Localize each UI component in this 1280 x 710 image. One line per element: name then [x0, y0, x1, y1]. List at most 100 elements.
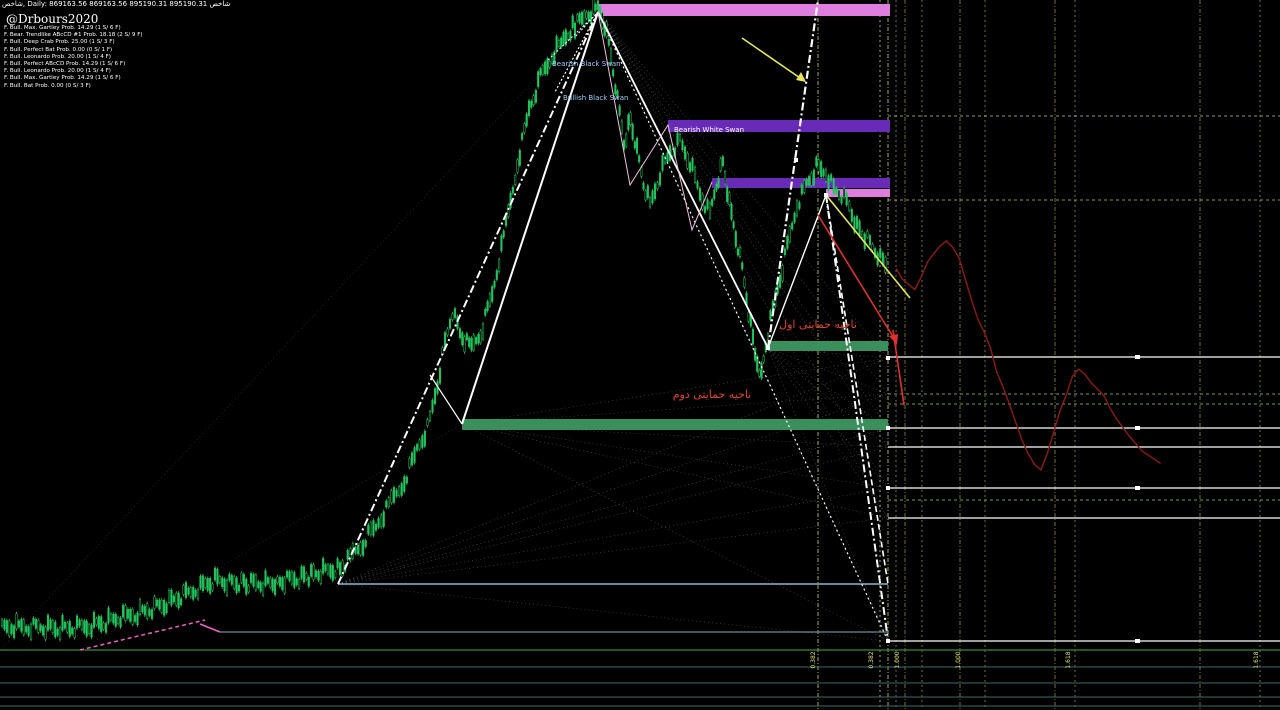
- candle-body: [713, 189, 716, 199]
- candle-body: [286, 570, 289, 578]
- candle-body: [433, 388, 437, 404]
- support-zone-1-label: ناحیه حمایتی اول: [779, 318, 857, 331]
- candle-body: [534, 90, 537, 103]
- candle-body: [815, 156, 818, 167]
- candle-body: [728, 192, 731, 206]
- candle-body: [324, 564, 327, 571]
- candle-body: [290, 571, 293, 585]
- candle-body: [651, 190, 654, 204]
- candle-body: [571, 15, 574, 29]
- candle-body: [530, 100, 533, 108]
- candle-body: [781, 265, 784, 281]
- probability-line: F. Bull. Leonardo Prob. 20.00 (1 S/ 4 F): [4, 53, 111, 60]
- candle-body: [283, 577, 286, 594]
- pivot-marker: [766, 346, 770, 350]
- pivot-marker: [824, 193, 828, 197]
- candle-body: [129, 609, 132, 622]
- candle-body: [708, 202, 712, 219]
- candle-body: [295, 578, 298, 586]
- candle-body: [78, 619, 81, 627]
- pattern-label: Bullish Black Swan: [563, 94, 628, 102]
- candle-body: [498, 259, 501, 273]
- candle-body: [413, 447, 416, 463]
- candle-body: [810, 173, 813, 186]
- candle-body: [257, 581, 260, 588]
- candle-body: [646, 185, 649, 198]
- candle-body: [548, 60, 551, 68]
- header-timeframe: Daily: [27, 0, 45, 8]
- candle-body: [364, 540, 367, 547]
- candle-body: [583, 10, 586, 27]
- candle-body: [403, 476, 406, 492]
- candle-body: [627, 114, 630, 131]
- candle-body: [805, 179, 808, 186]
- chart-area[interactable]: Bearish Black Swan Bullish Black Swan Bear…: [0, 0, 1280, 710]
- candle-body: [49, 619, 52, 629]
- candle-body: [225, 579, 229, 596]
- fib-level-label: 0.382: [868, 651, 875, 668]
- candle-body: [380, 514, 383, 528]
- candle-body: [112, 613, 115, 624]
- candle-body: [544, 61, 547, 75]
- candle-body: [390, 490, 393, 504]
- candle-body: [721, 156, 724, 166]
- candle-body: [525, 113, 528, 127]
- fib-level-label: 1.000: [894, 651, 901, 668]
- price-chart[interactable]: Bearish Black Swan Bullish Black Swan Bear…: [0, 0, 1280, 710]
- candle-body: [90, 624, 93, 638]
- candle-body: [861, 231, 864, 238]
- candle-body: [635, 138, 639, 154]
- candle-body: [751, 328, 755, 345]
- candle-body: [278, 576, 281, 587]
- candle-body: [688, 162, 692, 172]
- candle-body: [71, 627, 74, 635]
- candle-body: [557, 40, 560, 47]
- candle-body: [245, 578, 248, 595]
- candle-body: [259, 582, 262, 592]
- candle-body: [233, 576, 236, 589]
- candle-body: [808, 176, 811, 186]
- candle-body: [830, 174, 833, 181]
- candle-body: [481, 323, 485, 340]
- candle-body: [158, 599, 161, 610]
- candle-body: [398, 486, 401, 497]
- candle-body: [711, 199, 714, 206]
- probability-line: F. Bull. Bat Prob. 0.00 (0 S/ 3 F): [4, 82, 91, 89]
- header-instrument-repeat: شاخص: [209, 0, 231, 8]
- candle-body: [237, 584, 241, 592]
- candle-body: [170, 589, 173, 606]
- probability-line: F. Bull. Leonardo Prob. 20.00 (1 S/ 4 F): [4, 68, 111, 75]
- fib-level-label: 0.382: [810, 651, 817, 668]
- candle-body: [5, 620, 8, 633]
- candle-body: [167, 590, 171, 603]
- candle-body: [698, 187, 702, 201]
- candle-body: [20, 619, 23, 632]
- candle-body: [346, 550, 349, 560]
- candle-body: [648, 197, 652, 208]
- support-zone-2-box: [462, 419, 888, 430]
- candle-body: [866, 230, 869, 238]
- candle-body: [458, 328, 462, 338]
- candle-body: [585, 11, 588, 19]
- candle-body: [136, 612, 139, 626]
- candle-body: [736, 248, 739, 256]
- candle-body: [121, 604, 125, 618]
- candle-body: [83, 620, 86, 633]
- candle-body: [516, 159, 519, 173]
- candle-body: [151, 609, 154, 619]
- candle-body: [189, 587, 192, 597]
- level-marker: [1135, 426, 1140, 430]
- candle-body: [46, 614, 50, 631]
- candle-body: [696, 181, 699, 189]
- candle-body: [141, 605, 144, 613]
- fib-level-label: 1.618: [1065, 651, 1072, 668]
- candle-body: [812, 169, 815, 186]
- candle-body: [800, 184, 803, 195]
- candle-body: [446, 328, 449, 336]
- candle-body: [858, 220, 861, 237]
- candle-body: [293, 572, 296, 588]
- candle-body: [400, 483, 403, 496]
- candle-body: [302, 566, 305, 583]
- candle-body: [465, 333, 468, 340]
- candle-body: [441, 347, 444, 354]
